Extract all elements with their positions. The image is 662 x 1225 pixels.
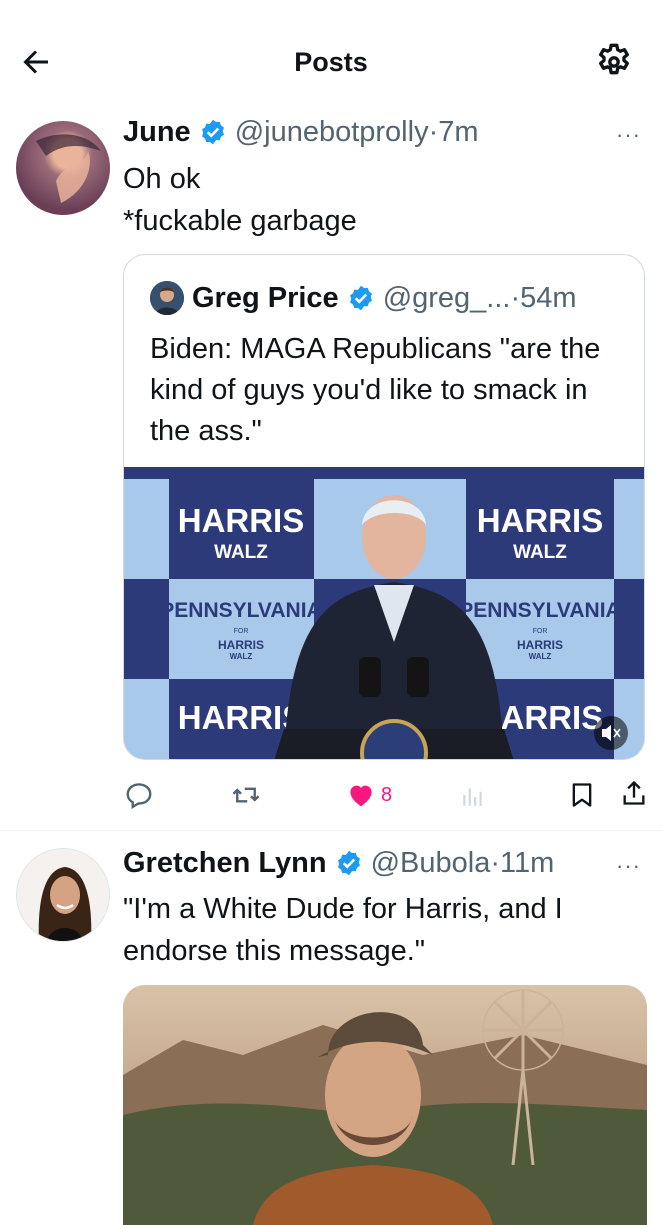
sign-text: WALZ [230, 652, 253, 661]
sign-text: FOR [533, 628, 548, 635]
post-text-line: endorse this message." [123, 935, 426, 967]
avatar-photo [150, 281, 184, 315]
bar-chart-icon[interactable] [460, 782, 486, 808]
post-actions: 8 [120, 774, 650, 814]
author-name[interactable]: Gretchen Lynn [123, 845, 327, 881]
sign-text: FOR [234, 628, 249, 635]
verified-badge-icon [349, 285, 372, 311]
repost-icon[interactable] [230, 780, 262, 810]
post-text: Oh ok *fuckable garbage [123, 158, 357, 242]
more-options-icon[interactable]: ··· [616, 853, 641, 879]
sign-text: HARRIS [517, 638, 563, 652]
quoted-video[interactable]: HARRIS WALZ HARRIS WALZ PENNSYLVANIA FOR… [124, 467, 644, 759]
more-options-icon[interactable]: ··· [616, 122, 641, 148]
video-frame [123, 985, 647, 1225]
post-time[interactable]: 11m [500, 845, 554, 881]
meta-separator: · [428, 116, 439, 148]
post-time[interactable]: 7m [438, 114, 478, 150]
quoted-post[interactable]: Greg Price @greg_... · 54m Biden: MAGA R… [123, 254, 645, 760]
top-bar: Posts [0, 0, 662, 112]
meta-separator: · [490, 847, 500, 879]
quoted-post-text: Biden: MAGA Republicans "are the kind of… [150, 333, 601, 447]
sign-text: WALZ [513, 542, 567, 563]
sign-text: PENNSYLVANIA [160, 599, 321, 622]
post-divider [0, 830, 662, 831]
avatar[interactable] [16, 121, 110, 215]
heart-filled-icon[interactable] [346, 780, 376, 810]
sign-text: WALZ [529, 652, 552, 661]
avatar[interactable] [16, 848, 110, 942]
video-frame: HARRIS WALZ HARRIS WALZ PENNSYLVANIA FOR… [124, 467, 644, 759]
author-handle[interactable]: @junebotprolly [235, 114, 429, 150]
post-header: Gretchen Lynn @Bubola · 11m [123, 845, 554, 881]
post-text-line: Oh ok [123, 163, 201, 195]
quoted-author-handle: @greg_... [382, 282, 511, 314]
verified-badge-icon [337, 850, 360, 876]
gear-icon[interactable] [594, 42, 634, 82]
share-icon[interactable] [620, 778, 648, 808]
post-text-line: "I'm a White Dude for Harris, and I [123, 893, 563, 925]
sign-text: HARRIS [218, 638, 264, 652]
quoted-post-time: 54m [520, 282, 577, 314]
author-name[interactable]: June [123, 114, 191, 150]
meta-separator: · [510, 282, 521, 314]
sign-text: HARRIS [477, 502, 604, 539]
quoted-header: Greg Price @greg_... · 54m [192, 280, 577, 316]
reply-icon[interactable] [124, 780, 154, 810]
sign-text: WALZ [214, 542, 268, 563]
post-media[interactable] [123, 985, 647, 1225]
like-count: 8 [381, 784, 393, 806]
bookmark-icon[interactable] [568, 780, 596, 810]
sign-text: PENNSYLVANIA [459, 599, 620, 622]
sign-text: HARRIS [178, 502, 305, 539]
post-text-line: *fuckable garbage [123, 205, 357, 237]
avatar-photo [36, 134, 101, 203]
post-header: June @junebotprolly · 7m [123, 114, 479, 150]
page-title: Posts [294, 47, 368, 77]
author-handle[interactable]: @Bubola [371, 845, 491, 881]
verified-badge-icon [201, 119, 224, 145]
avatar-photo [17, 849, 109, 941]
quoted-avatar[interactable] [150, 281, 184, 315]
post-text: "I'm a White Dude for Harris, and I endo… [123, 888, 563, 972]
quoted-author-name[interactable]: Greg Price [192, 280, 339, 316]
